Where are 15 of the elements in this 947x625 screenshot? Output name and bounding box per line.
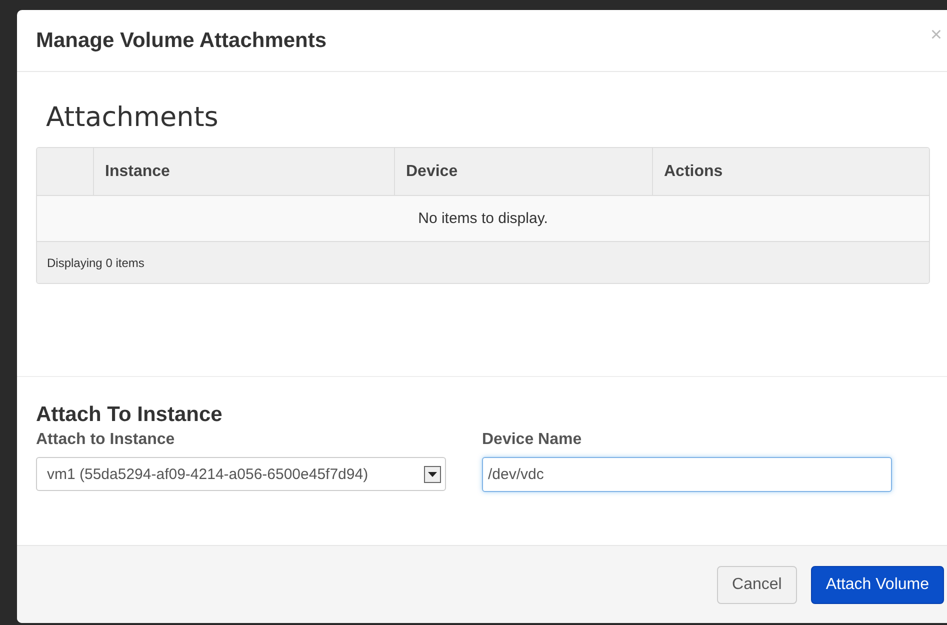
column-header: Instance bbox=[105, 162, 170, 180]
dialog-title: Manage Volume Attachments bbox=[36, 28, 327, 52]
empty-message: No items to display. bbox=[418, 210, 548, 227]
item-count: Displaying 0 items bbox=[47, 256, 144, 270]
instance-select[interactable]: vm1 (55da5294-af09-4214-a056-6500e45f7d94) bbox=[36, 457, 446, 491]
column-header: Device bbox=[406, 162, 458, 180]
cancel-button[interactable]: Cancel bbox=[717, 566, 797, 604]
field-label: Attach to Instance bbox=[36, 431, 176, 449]
dropdown-icon bbox=[424, 466, 441, 482]
field-label: Device Name bbox=[482, 431, 583, 449]
attach-volume-button[interactable]: Attach Volume bbox=[810, 566, 944, 604]
form-heading: Attach To Instance bbox=[36, 403, 224, 427]
device-name-field[interactable]: /dev/vdc bbox=[482, 457, 892, 492]
section-heading: Attachments bbox=[46, 102, 220, 133]
column-header: Actions bbox=[664, 162, 723, 180]
